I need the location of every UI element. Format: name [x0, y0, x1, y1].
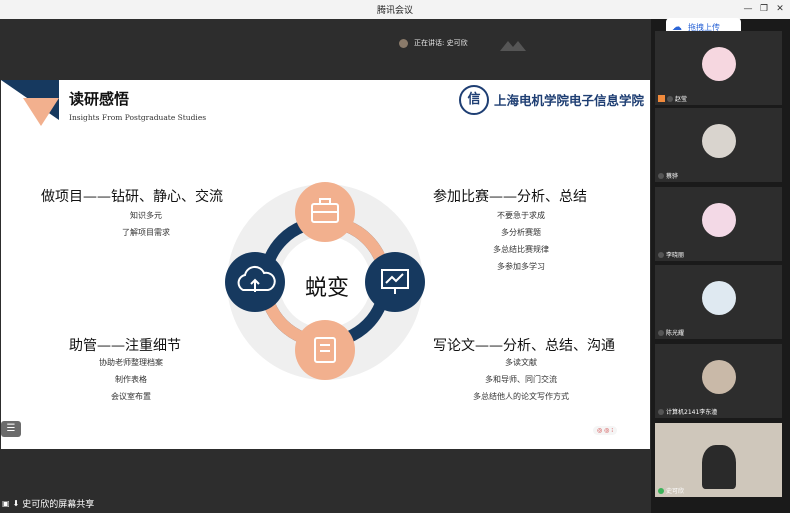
- section-item: 多总结他人的论文写作方式: [473, 392, 569, 401]
- section-heading-assistant: 助管——注重细节: [69, 338, 181, 354]
- close-icon[interactable]: ✕: [773, 2, 787, 16]
- section-item: 制作表格: [115, 375, 147, 384]
- mic-icon: [667, 95, 673, 102]
- section-item: 不要急于求成: [497, 211, 545, 220]
- section-item: 了解项目需求: [122, 228, 170, 237]
- avatar: [702, 445, 736, 489]
- section-item: 多和导师、同门交流: [485, 375, 557, 384]
- mic-icon: [658, 172, 664, 179]
- speaking-indicator: 正在讲话: 史可欣: [399, 38, 468, 48]
- avatar: [702, 360, 736, 394]
- section-item: 多读文献: [505, 358, 537, 367]
- presentation-badge: [365, 252, 425, 312]
- school-name: 上海电机学院电子信息学院: [494, 93, 645, 108]
- title-bar: 腾讯会议 — ❐ ✕: [0, 0, 790, 19]
- participant-name-row: 计算机2141李东潼: [658, 407, 717, 416]
- speaker-avatar-icon: [399, 38, 408, 48]
- participant-name-row: 史可欣: [658, 486, 684, 495]
- section-item: 多分析赛题: [501, 228, 541, 237]
- section-heading-competition: 参加比赛——分析、总结: [433, 189, 587, 205]
- participant-tile[interactable]: 陈光耀: [655, 265, 782, 339]
- host-badge-icon: [658, 95, 665, 102]
- section-item: 知识多元: [130, 211, 162, 220]
- mic-icon: [658, 329, 664, 336]
- window-title: 腾讯会议: [376, 6, 413, 16]
- avatar: [702, 47, 736, 81]
- section-item: 多总结比赛规律: [493, 245, 549, 254]
- participant-tile[interactable]: 赵莹: [655, 31, 782, 105]
- screen-share-icon: ▣: [2, 499, 10, 508]
- restore-icon[interactable]: ❐: [757, 2, 771, 16]
- corner-decoration-accent: [23, 98, 59, 126]
- participant-video-tile[interactable]: 史可欣: [655, 423, 782, 497]
- screen-share-bar[interactable]: ▣ ⬇ 史可欣的屏幕共享: [0, 495, 94, 512]
- participant-name: 李晓丽: [666, 252, 685, 259]
- section-item: 协助老师整理档案: [99, 358, 163, 367]
- speaking-label: 正在讲话: 史可欣: [414, 39, 468, 47]
- participant-name: 赵莹: [675, 96, 688, 103]
- section-item: 会议室布置: [111, 392, 151, 401]
- school-logo-icon: 信: [459, 85, 489, 115]
- minimize-icon[interactable]: —: [741, 2, 755, 16]
- mic-icon: [658, 487, 664, 494]
- section-heading-project: 做项目——钻研、静心、交流: [41, 189, 223, 205]
- participant-name: 蔡骅: [666, 173, 679, 180]
- participant-tile[interactable]: 蔡骅: [655, 108, 782, 182]
- participant-name-row: 蔡骅: [658, 171, 678, 180]
- menu-icon[interactable]: ☰: [1, 421, 21, 437]
- slide-subtitle: Insights From Postgraduate Studies: [69, 113, 207, 122]
- network-signal-icon: [500, 41, 526, 51]
- mic-icon: [658, 251, 664, 258]
- participant-name-row: 陈光耀: [658, 328, 684, 337]
- participant-name: 史可欣: [666, 488, 685, 495]
- avatar: [702, 124, 736, 158]
- avatar: [702, 203, 736, 237]
- section-item: 多参加多学习: [497, 262, 545, 271]
- participant-name-row: 赵莹: [658, 94, 687, 103]
- section-heading-paper: 写论文——分析、总结、沟通: [433, 338, 615, 354]
- download-icon: ⬇: [12, 499, 20, 508]
- participant-name: 陈光耀: [666, 330, 685, 337]
- slide-title: 读研感悟: [69, 90, 130, 108]
- presentation-slide: 读研感悟 Insights From Postgraduate Studies …: [1, 80, 650, 449]
- avatar: [702, 281, 736, 315]
- center-label: 蜕变: [304, 276, 349, 301]
- participant-tile[interactable]: 计算机2141李东潼: [655, 344, 782, 418]
- participant-tile[interactable]: 李晓丽: [655, 187, 782, 261]
- slide-pager[interactable]: ◎ ◎ ⁝: [593, 426, 618, 435]
- screen-share-label: 史可欣的屏幕共享: [22, 500, 95, 510]
- mic-icon: [658, 408, 664, 415]
- participant-name: 计算机2141李东潼: [666, 409, 718, 416]
- participant-name-row: 李晓丽: [658, 250, 684, 259]
